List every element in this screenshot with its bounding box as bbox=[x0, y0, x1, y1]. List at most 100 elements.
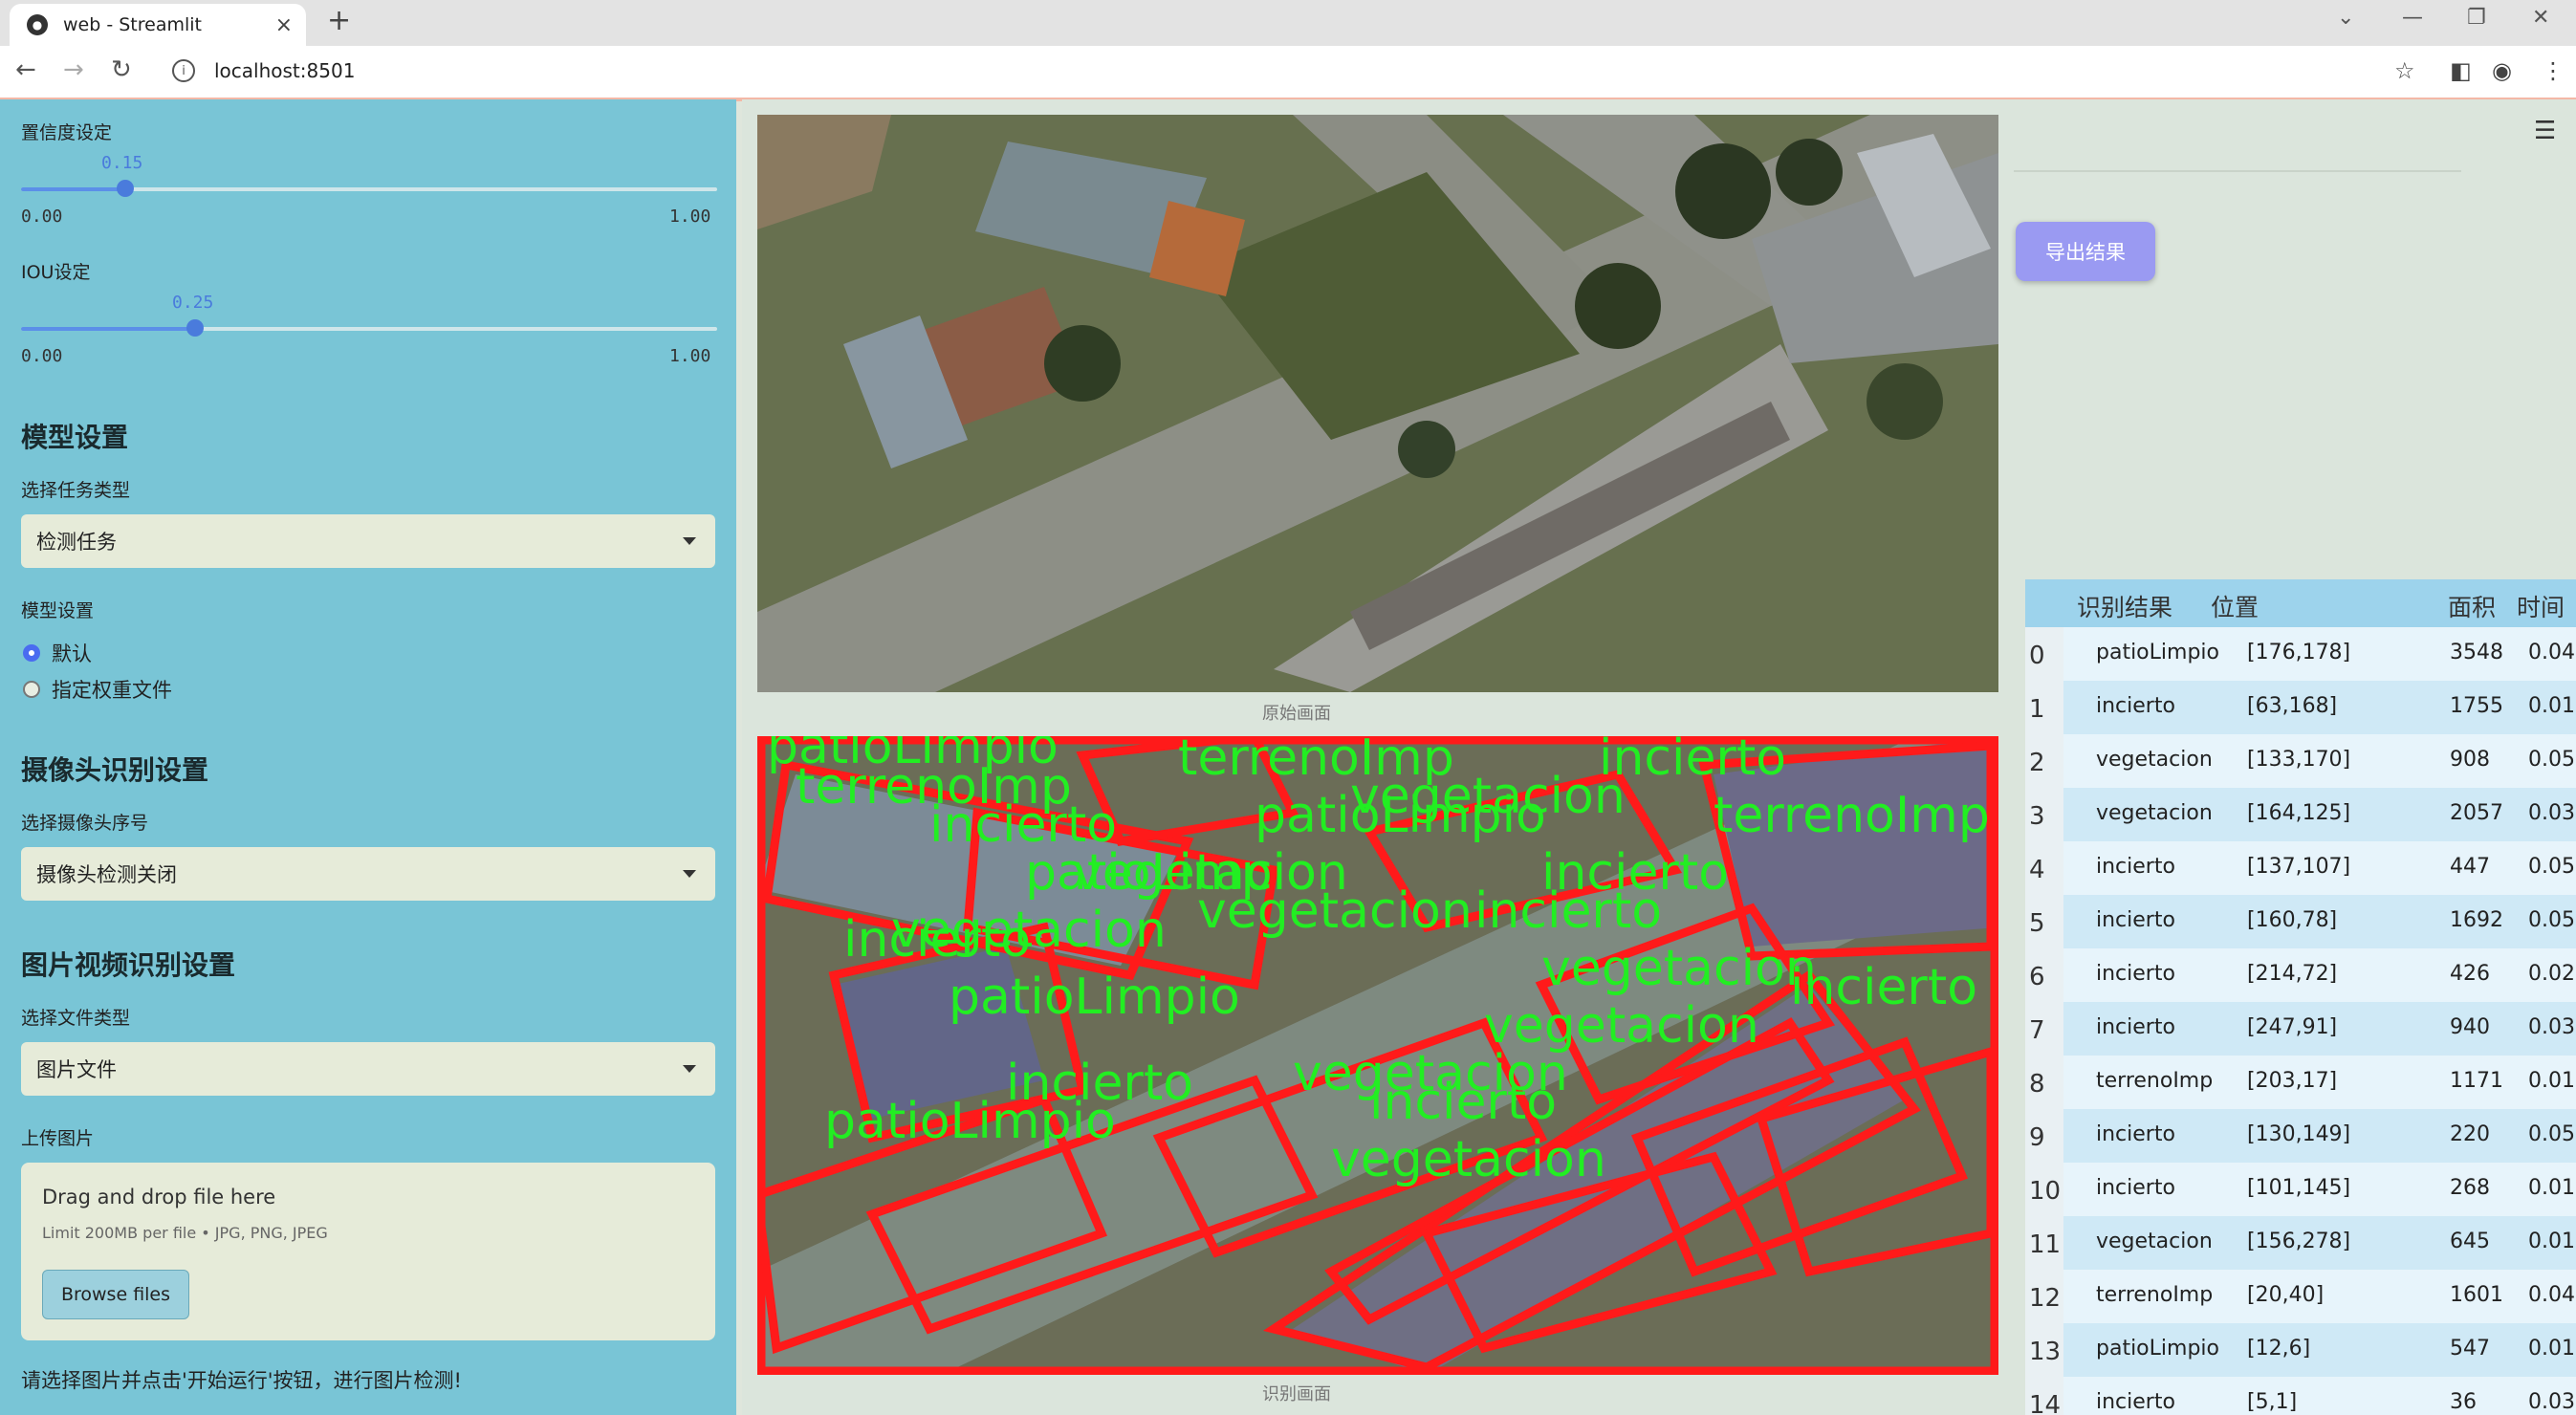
radio-selected-icon[interactable] bbox=[23, 644, 40, 662]
table-row: 3 vegetacion [164,125] 2057 0.03 bbox=[2025, 788, 2576, 841]
table-row: 8 terrenoImp [203,17] 1171 0.01 bbox=[2025, 1056, 2576, 1109]
detection-label: incierto bbox=[1790, 959, 1977, 1016]
camera-index-value: 摄像头检测关闭 bbox=[36, 863, 177, 886]
tab-list-icon[interactable]: ⌄ bbox=[2337, 6, 2354, 30]
cell-label: incierto bbox=[2096, 1390, 2175, 1414]
cell-area: 1171 bbox=[2450, 1069, 2503, 1093]
cell-label: terrenoImp bbox=[2096, 1283, 2214, 1307]
cell-position: [214,72] bbox=[2247, 962, 2338, 986]
cell-position: [164,125] bbox=[2247, 801, 2351, 825]
detection-label: incierto bbox=[1599, 736, 1786, 787]
file-type-select[interactable]: 图片文件 bbox=[21, 1042, 715, 1096]
window-close-icon[interactable]: ✕ bbox=[2532, 6, 2549, 30]
iou-slider[interactable] bbox=[21, 319, 717, 337]
menu-dots-icon[interactable]: ⋮ bbox=[2542, 57, 2565, 84]
back-icon[interactable]: ← bbox=[15, 55, 36, 84]
row-index: 9 bbox=[2025, 1109, 2063, 1163]
iou-slider-fill bbox=[21, 327, 195, 331]
iou-slider-thumb[interactable] bbox=[186, 319, 204, 337]
detection-label: vegetacion bbox=[1484, 997, 1759, 1055]
cell-label: vegetacion bbox=[2096, 1230, 2213, 1253]
model-option-custom-weights[interactable]: 指定权重文件 bbox=[23, 675, 172, 704]
model-option-label: 指定权重文件 bbox=[52, 679, 172, 702]
table-row: 10 incierto [101,145] 268 0.01 bbox=[2025, 1163, 2576, 1216]
cell-label: patioLimpio bbox=[2096, 1337, 2219, 1361]
cell-time: 0.05 bbox=[2528, 1122, 2575, 1146]
star-icon[interactable]: ☆ bbox=[2394, 57, 2415, 84]
cell-time: 0.05 bbox=[2528, 748, 2575, 772]
table-row: 6 incierto [214,72] 426 0.02 bbox=[2025, 948, 2576, 1002]
streamlit-favicon-icon: ● bbox=[27, 14, 48, 35]
cell-label: incierto bbox=[2096, 1015, 2175, 1039]
sidebar-toggle-icon[interactable]: ◧ bbox=[2450, 57, 2472, 84]
model-section-title: 模型设置 bbox=[21, 422, 129, 453]
address-bar: ← → ↻ i localhost:8501 ☆ ◧ ◉ ⋮ bbox=[0, 46, 2576, 101]
confidence-slider[interactable] bbox=[21, 180, 717, 197]
maximize-icon[interactable]: ❐ bbox=[2467, 6, 2486, 30]
model-option-default[interactable]: 默认 bbox=[23, 639, 92, 667]
tab-close-icon[interactable]: × bbox=[275, 13, 293, 37]
cell-label: incierto bbox=[2096, 855, 2175, 879]
table-row: 0 patioLimpio [176,178] 3548 0.04 bbox=[2025, 627, 2576, 681]
radio-unselected-icon[interactable] bbox=[23, 681, 40, 698]
cell-area: 1601 bbox=[2450, 1283, 2503, 1307]
cell-area: 940 bbox=[2450, 1015, 2490, 1039]
row-index: 2 bbox=[2025, 734, 2063, 788]
detection-label: incierto bbox=[1369, 1074, 1557, 1131]
cell-time: 0.03 bbox=[2528, 1015, 2575, 1039]
cell-area: 447 bbox=[2450, 855, 2490, 879]
task-type-label: 选择任务类型 bbox=[21, 480, 131, 501]
cell-label: patioLimpio bbox=[2096, 641, 2219, 664]
detection-label: vegetacion bbox=[1331, 1131, 1606, 1188]
cell-time: 0.05 bbox=[2528, 908, 2575, 932]
export-results-button[interactable]: 导出结果 bbox=[2016, 222, 2155, 281]
file-uploader-dropzone[interactable]: Drag and drop file here Limit 200MB per … bbox=[21, 1163, 715, 1340]
detection-label: patioLimpio bbox=[949, 969, 1240, 1026]
file-type-value: 图片文件 bbox=[36, 1058, 117, 1081]
cell-time: 0.01 bbox=[2528, 1230, 2575, 1253]
task-type-select[interactable]: 检测任务 bbox=[21, 514, 715, 568]
info-icon[interactable]: i bbox=[172, 59, 195, 82]
cell-time: 0.04 bbox=[2528, 1283, 2575, 1307]
cell-label: incierto bbox=[2096, 1122, 2175, 1146]
cell-area: 36 bbox=[2450, 1390, 2477, 1414]
new-tab-button[interactable]: + bbox=[327, 4, 351, 37]
table-row: 2 vegetacion [133,170] 908 0.05 bbox=[2025, 734, 2576, 788]
reload-icon[interactable]: ↻ bbox=[111, 55, 132, 84]
chevron-down-icon bbox=[683, 537, 696, 545]
cell-position: [20,40] bbox=[2247, 1283, 2325, 1307]
profile-icon[interactable]: ◉ bbox=[2492, 57, 2512, 84]
minimize-icon[interactable]: — bbox=[2402, 6, 2423, 30]
row-index: 13 bbox=[2025, 1323, 2063, 1377]
browser-tab[interactable]: ● web - Streamlit × bbox=[10, 4, 306, 46]
header-area: 面积 bbox=[2448, 594, 2497, 621]
cell-time: 0.03 bbox=[2528, 801, 2575, 825]
confidence-slider-fill bbox=[21, 187, 125, 191]
run-hint: 请选择图片并点击'开始运行'按钮，进行图片检测! bbox=[21, 1369, 462, 1392]
model-option-label: 默认 bbox=[52, 642, 92, 665]
cell-area: 426 bbox=[2450, 962, 2490, 986]
cell-position: [247,91] bbox=[2247, 1015, 2338, 1039]
cell-position: [5,1] bbox=[2247, 1390, 2298, 1414]
forward-icon[interactable]: → bbox=[63, 55, 84, 84]
confidence-slider-thumb[interactable] bbox=[117, 180, 134, 197]
hamburger-menu-icon[interactable]: ☰ bbox=[2534, 117, 2556, 145]
file-type-label: 选择文件类型 bbox=[21, 1008, 131, 1029]
browse-files-button[interactable]: Browse files bbox=[42, 1270, 189, 1319]
cell-time: 0.01 bbox=[2528, 1337, 2575, 1361]
url-field[interactable]: i localhost:8501 bbox=[155, 52, 2364, 90]
iou-min: 0.00 bbox=[21, 346, 63, 366]
cell-position: [133,170] bbox=[2247, 748, 2351, 772]
chevron-down-icon bbox=[683, 870, 696, 878]
camera-index-select[interactable]: 摄像头检测关闭 bbox=[21, 847, 715, 901]
cell-position: [130,149] bbox=[2247, 1122, 2351, 1146]
row-index: 7 bbox=[2025, 1002, 2063, 1056]
cell-position: [203,17] bbox=[2247, 1069, 2338, 1093]
original-image bbox=[757, 115, 1998, 692]
divider bbox=[2014, 170, 2461, 172]
cell-time: 0.04 bbox=[2528, 641, 2575, 664]
header-label: 识别结果 bbox=[2077, 594, 2173, 621]
iou-value: 0.25 bbox=[172, 293, 214, 313]
table-row: 9 incierto [130,149] 220 0.05 bbox=[2025, 1109, 2576, 1163]
cell-label: incierto bbox=[2096, 694, 2175, 718]
